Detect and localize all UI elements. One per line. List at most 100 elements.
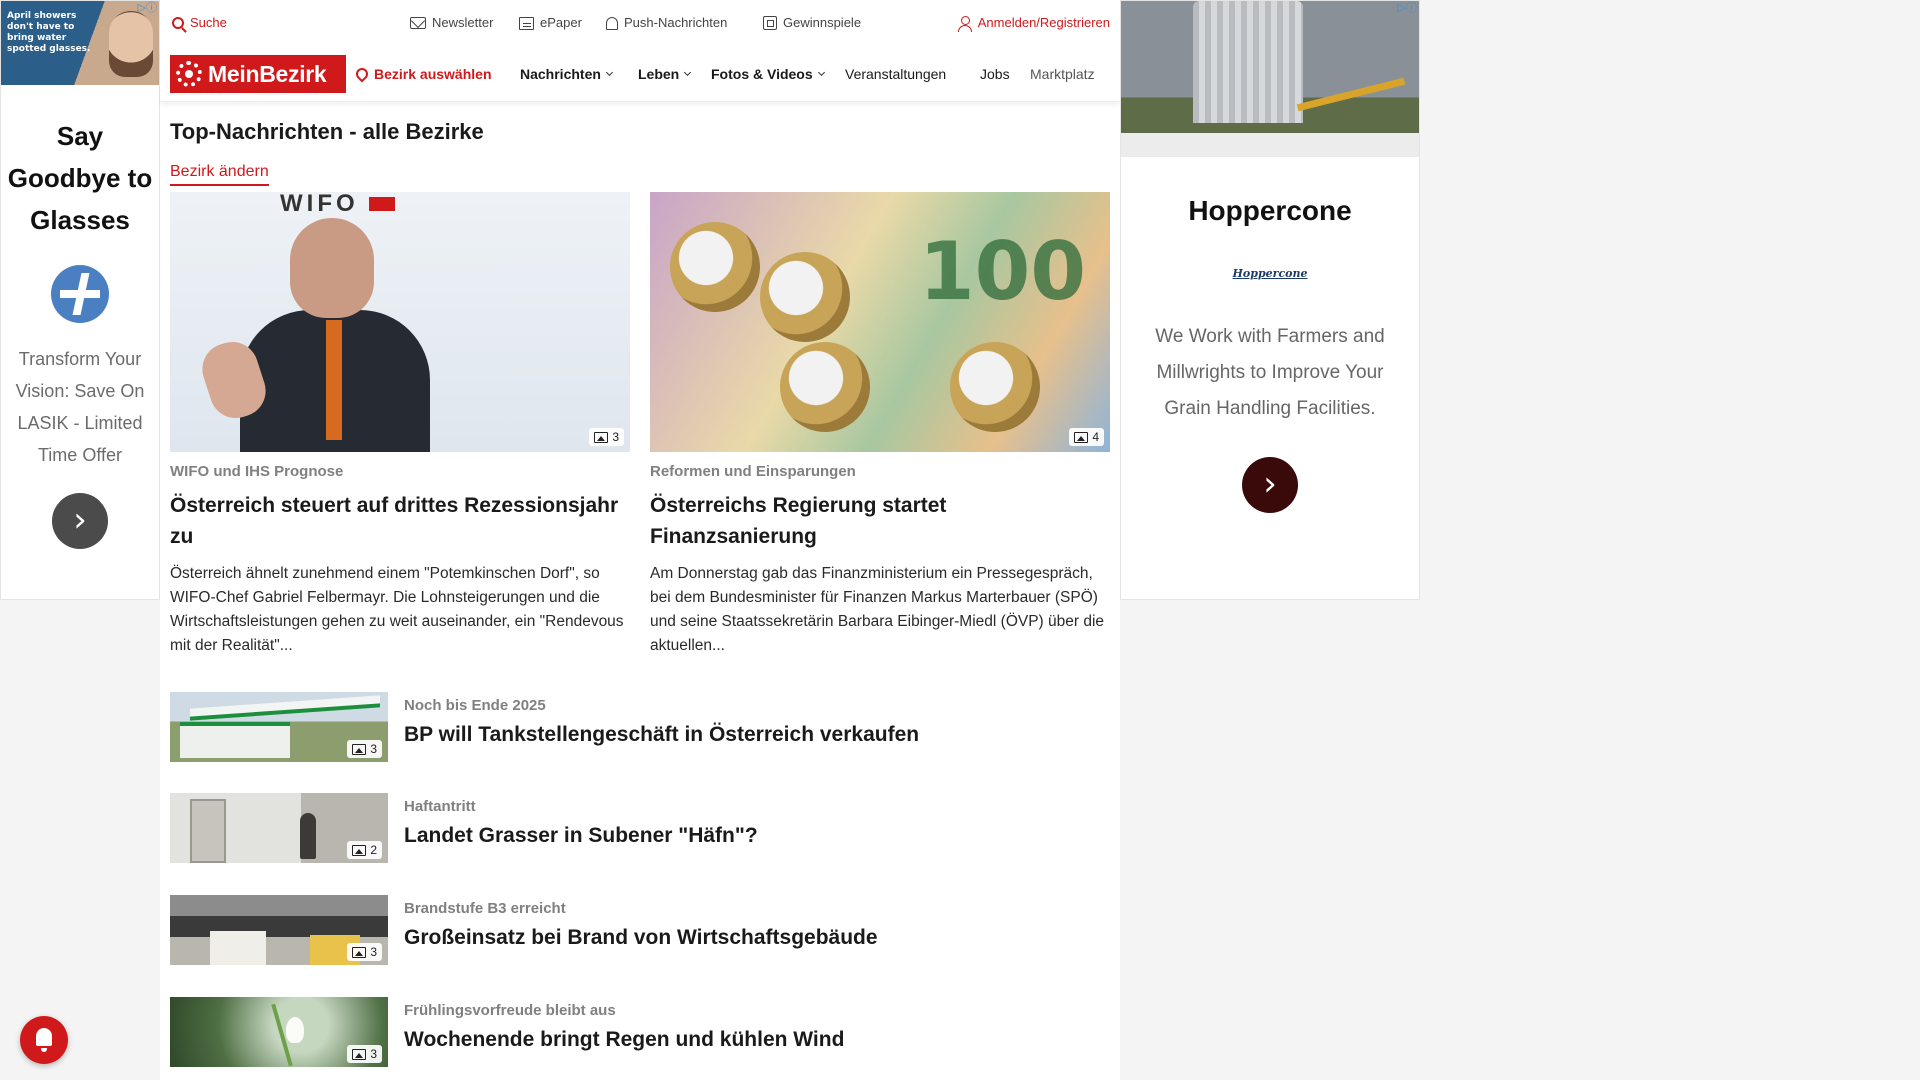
- article-headline[interactable]: Österreichs Regierung startet Finanzsani…: [650, 490, 1110, 552]
- article-teaser: Am Donnerstag gab das Finanzministerium …: [650, 565, 1105, 654]
- image-count-badge: 3: [347, 740, 382, 758]
- ad-logo[interactable]: Hoppercone: [1121, 267, 1419, 281]
- gewinnspiele-label: Gewinnspiele: [783, 15, 862, 30]
- login-label: Anmelden/Registrieren: [977, 15, 1110, 30]
- adchoices-icon[interactable]: ▷ⓘ: [138, 2, 157, 14]
- chevron-down-icon: [684, 68, 692, 76]
- image-count-badge: 3: [347, 943, 382, 961]
- tie: [326, 320, 342, 440]
- main-column: Suche Newsletter ePaper Push-Nachrichten…: [160, 0, 1120, 1080]
- article-teaser: Österreich ähnelt zunehmend einem "Potem…: [170, 565, 624, 654]
- site-logo[interactable]: MeinBezirk: [170, 55, 346, 93]
- ad-arrow-button[interactable]: ›: [1242, 457, 1298, 513]
- article-headline[interactable]: BP will Tankstellengeschäft in Österreic…: [404, 720, 919, 750]
- article-image[interactable]: 100 4: [650, 192, 1110, 452]
- featured-article[interactable]: WIFO 3 WIFO und IHS Prognose Österreich …: [170, 192, 630, 658]
- article-headline[interactable]: Wochenende bringt Regen und kühlen Wind: [404, 1025, 844, 1055]
- article-headline[interactable]: Großeinsatz bei Brand von Wirtschaftsgeb…: [404, 923, 878, 953]
- ad-headline[interactable]: Say Goodbye to Glasses: [1, 115, 159, 241]
- article-headline[interactable]: Österreich steuert auf drittes Rezession…: [170, 490, 630, 552]
- gallery-icon: [594, 431, 609, 443]
- left-ad[interactable]: April showers don't have to bring water …: [0, 0, 160, 600]
- right-ad[interactable]: ▷ⓘ Hoppercone Hoppercone We Work with Fa…: [1120, 0, 1420, 600]
- image-count: 3: [612, 430, 619, 444]
- ad-photo[interactable]: ▷ⓘ: [1121, 1, 1419, 157]
- nav-item-fotos-videos[interactable]: Fotos & Videos: [711, 46, 825, 102]
- medical-cross-icon: [51, 265, 109, 323]
- nav-item-nachrichten[interactable]: Nachrichten: [520, 46, 613, 102]
- nav-item-leben[interactable]: Leben: [638, 46, 692, 102]
- list-item[interactable]: 3 Frühlingsvorfreude bleibt aus Wochenen…: [170, 997, 1110, 1067]
- euro-coin: [950, 342, 1040, 432]
- epaper-label: ePaper: [540, 15, 582, 30]
- article-headline[interactable]: Landet Grasser in Subener "Häfn"?: [404, 821, 758, 851]
- ground: [1121, 133, 1419, 157]
- user-icon: [957, 15, 972, 32]
- article-thumbnail[interactable]: 3: [170, 895, 388, 965]
- adchoices-icon[interactable]: ▷ⓘ: [1398, 2, 1417, 14]
- newspaper-icon: [519, 16, 534, 30]
- nav-item-label: Leben: [638, 66, 680, 82]
- chevron-down-icon: [817, 68, 825, 76]
- person-head: [290, 218, 374, 318]
- search-link[interactable]: Suche: [172, 0, 227, 46]
- gewinnspiele-link[interactable]: Gewinnspiele: [763, 0, 861, 46]
- ad-arrow-button[interactable]: ›: [52, 493, 108, 549]
- page-title: Top-Nachrichten - alle Bezirke: [170, 119, 484, 144]
- hall-door: [190, 799, 226, 863]
- bell-icon: [606, 16, 618, 30]
- ad-description[interactable]: We Work with Farmers and Millwrights to …: [1121, 319, 1419, 427]
- banknote-value: 100: [919, 225, 1086, 318]
- article-image[interactable]: WIFO 3: [170, 192, 630, 452]
- ad-description[interactable]: Transform Your Vision: Save On LASIK - L…: [1, 343, 159, 471]
- image-count: 2: [370, 843, 377, 857]
- list-item[interactable]: 3 Brandstufe B3 erreicht Großeinsatz bei…: [170, 895, 1110, 965]
- gift-icon: [763, 16, 777, 30]
- ad-title[interactable]: Hoppercone: [1121, 193, 1419, 229]
- nav-item-jobs[interactable]: Jobs: [980, 46, 1010, 102]
- image-count-badge: 3: [589, 428, 624, 446]
- nav-item-marktplatz[interactable]: Marktplatz: [1030, 46, 1112, 102]
- article-kicker: Reformen und Einsparungen: [650, 463, 856, 480]
- article-thumbnail[interactable]: 3: [170, 997, 388, 1067]
- gas-shop: [180, 722, 290, 758]
- mail-icon: [410, 17, 426, 29]
- ad-face-image: [109, 11, 153, 77]
- login-link[interactable]: Anmelden/Registrieren: [957, 0, 1110, 46]
- bezirk-select-label: Bezirk auswählen: [374, 66, 492, 82]
- hall-person: [300, 813, 316, 859]
- featured-article[interactable]: 100 4 Reformen und Einsparungen Österrei…: [650, 192, 1110, 658]
- euro-coin: [780, 342, 870, 432]
- image-count: 4: [1092, 430, 1099, 444]
- nav-item-label: Marktplatz: [1030, 66, 1095, 82]
- logo-text: MeinBezirk: [208, 61, 327, 87]
- nav-item-label: Nachrichten: [520, 66, 601, 82]
- newsletter-link[interactable]: Newsletter: [410, 0, 493, 46]
- article-kicker: WIFO und IHS Prognose: [170, 463, 344, 480]
- gallery-icon: [352, 1048, 367, 1060]
- gas-canopy: [190, 695, 380, 721]
- ad-thumbnail-text: April showers don't have to bring water …: [7, 11, 91, 54]
- ad-thumbnail[interactable]: April showers don't have to bring water …: [1, 1, 159, 85]
- nav-item-veranstaltungen[interactable]: Veranstaltungen: [845, 46, 946, 102]
- change-bezirk-link[interactable]: Bezirk ändern: [170, 162, 269, 186]
- nav-item-label: Veranstaltungen: [845, 66, 947, 82]
- image-count: 3: [370, 1047, 377, 1061]
- image-count: 3: [370, 742, 377, 756]
- list-item[interactable]: 2 Haftantritt Landet Grasser in Subener …: [170, 793, 1110, 863]
- notification-bell-button[interactable]: [20, 1016, 68, 1064]
- euro-coin: [760, 252, 850, 342]
- bezirk-select-button[interactable]: Bezirk auswählen: [353, 46, 492, 102]
- list-item[interactable]: 3 Noch bis Ende 2025 BP will Tankstellen…: [170, 692, 1110, 762]
- epaper-link[interactable]: ePaper: [519, 0, 582, 46]
- article-thumbnail[interactable]: 3: [170, 692, 388, 762]
- article-thumbnail[interactable]: 2: [170, 793, 388, 863]
- gallery-icon: [1074, 431, 1089, 443]
- search-label: Suche: [190, 15, 227, 30]
- logo-sun-icon: [176, 61, 202, 87]
- image-count-badge: 3: [347, 1045, 382, 1063]
- top-utility-bar: Suche Newsletter ePaper Push-Nachrichten…: [160, 0, 1120, 46]
- auger: [1296, 77, 1406, 112]
- push-notifications-link[interactable]: Push-Nachrichten: [606, 0, 727, 46]
- image-count: 3: [370, 945, 377, 959]
